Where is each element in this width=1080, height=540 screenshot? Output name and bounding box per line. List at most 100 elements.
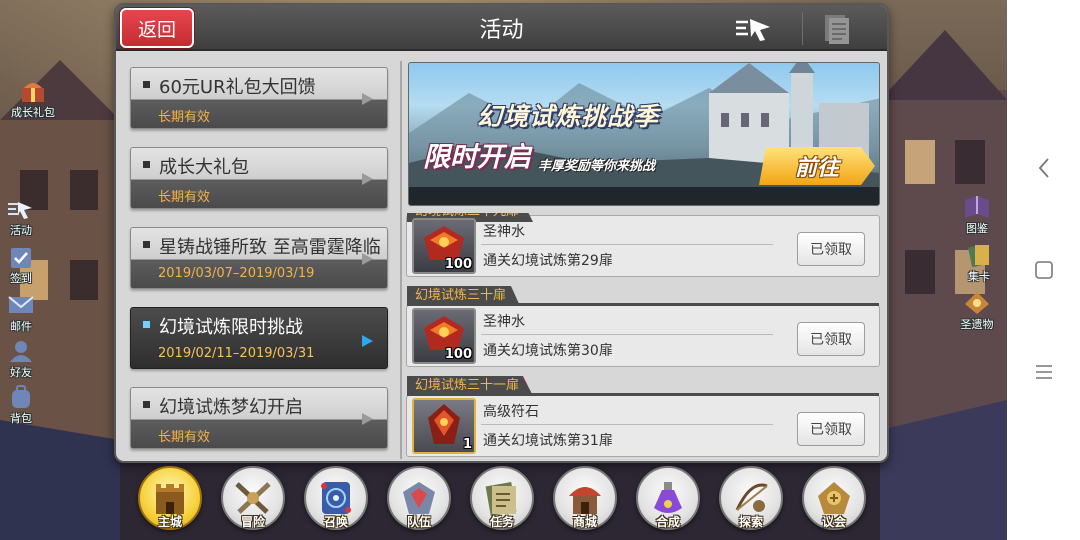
nav-label: 探索 bbox=[738, 515, 763, 529]
nav-crafting[interactable]: 合成 bbox=[636, 466, 700, 536]
bottom-navigation: 主城 冒险 召唤 队伍 任务 商城 合成 探索 议会 bbox=[132, 462, 872, 540]
divider bbox=[481, 244, 773, 245]
activity-icon bbox=[6, 196, 36, 222]
arrow-right-icon bbox=[362, 93, 373, 105]
reward-condition: 通关幻境试炼第31扉 bbox=[483, 433, 613, 449]
cards-icon bbox=[964, 242, 994, 268]
divider bbox=[481, 424, 773, 425]
reward-row-30: 幻境试炼三十扉 100 圣神水 通关幻境试炼第30扉 已领取 bbox=[406, 286, 880, 367]
side-item-activity[interactable]: 活动 bbox=[0, 196, 52, 238]
nav-team[interactable]: 队伍 bbox=[387, 466, 451, 536]
divider bbox=[481, 334, 773, 335]
back-nav-icon[interactable] bbox=[1031, 155, 1057, 181]
tab-title: 星铸战锤所致 至高雷霆降临 bbox=[159, 237, 381, 258]
menu-nav-icon[interactable] bbox=[1031, 359, 1057, 385]
side-label: 圣遗物 bbox=[960, 318, 994, 331]
book-icon bbox=[962, 194, 992, 220]
side-item-backpack[interactable]: 背包 bbox=[0, 384, 52, 426]
activity-tab-ur-pack[interactable]: 60元UR礼包大回馈 长期有效 bbox=[130, 67, 388, 129]
reward-row-29: 幻境试炼二十九扉 100 圣神水 通关幻境试炼第29扉 已领取 bbox=[406, 213, 880, 277]
backpack-icon bbox=[6, 384, 36, 410]
home-nav-icon[interactable] bbox=[1031, 257, 1057, 283]
friends-icon bbox=[6, 338, 36, 364]
reward-quantity: 100 bbox=[444, 347, 472, 362]
tab-subtitle: 2019/03/07–2019/03/19 bbox=[158, 266, 315, 281]
side-item-growth-gift[interactable]: 成长礼包 bbox=[2, 78, 64, 120]
nav-label: 冒险 bbox=[240, 515, 265, 529]
side-item-mail[interactable]: 邮件 bbox=[0, 292, 52, 334]
reward-item-name: 圣神水 bbox=[483, 314, 525, 330]
nav-adventure[interactable]: 冒险 bbox=[221, 466, 285, 536]
go-button[interactable]: 前往 bbox=[759, 147, 875, 185]
side-label: 活动 bbox=[10, 224, 32, 237]
nav-label: 主城 bbox=[157, 515, 182, 529]
header-divider bbox=[802, 12, 803, 45]
relic-icon bbox=[962, 290, 992, 316]
nav-label: 合成 bbox=[655, 515, 680, 529]
activity-tab-illusion-trial-dream[interactable]: 幻境试炼梦幻开启 长期有效 bbox=[130, 387, 388, 449]
tab-subtitle: 2019/02/11–2019/03/31 bbox=[158, 346, 315, 361]
side-item-friends[interactable]: 好友 bbox=[0, 338, 52, 380]
reward-condition: 通关幻境试炼第30扉 bbox=[483, 343, 613, 359]
side-item-checkin[interactable]: 签到 bbox=[0, 244, 52, 286]
banner-title: 幻境试炼挑战季 bbox=[477, 102, 660, 131]
reward-row-31: 幻境试炼三十一扉 1 高级符石 通关幻境试炼第31扉 已领取 bbox=[406, 376, 880, 457]
tab-title: 幻境试炼梦幻开启 bbox=[159, 397, 303, 418]
side-label: 签到 bbox=[10, 272, 32, 285]
dialog-header: 返回 活动 bbox=[116, 5, 887, 51]
nav-main-city[interactable]: 主城 bbox=[138, 466, 202, 536]
tab-title: 60元UR礼包大回馈 bbox=[159, 77, 316, 98]
arrow-right-icon bbox=[362, 173, 373, 185]
activity-tab-illusion-trial-challenge[interactable]: 幻境试炼限时挑战 2019/02/11–2019/03/31 bbox=[130, 307, 388, 369]
nav-shop[interactable]: 商城 bbox=[553, 466, 617, 536]
activity-icon[interactable] bbox=[734, 13, 776, 43]
nav-explore[interactable]: 探索 bbox=[719, 466, 783, 536]
nav-council[interactable]: 议会 bbox=[802, 466, 866, 536]
activity-list: 60元UR礼包大回馈 长期有效 成长大礼包 长期有效 星铸战锤所致 至高雷霆降临… bbox=[130, 67, 388, 457]
claimed-button[interactable]: 已领取 bbox=[797, 322, 865, 356]
reward-stage-label: 幻境试炼三十扉 bbox=[407, 286, 521, 306]
arrow-right-icon bbox=[362, 413, 373, 425]
tab-subtitle: 长期有效 bbox=[158, 430, 211, 445]
side-label: 集卡 bbox=[968, 270, 990, 283]
nav-label: 队伍 bbox=[406, 515, 431, 529]
nav-quests[interactable]: 任务 bbox=[470, 466, 534, 536]
holy-water-icon: 100 bbox=[412, 308, 476, 364]
side-item-relics[interactable]: 圣遗物 bbox=[946, 290, 1007, 332]
side-label: 背包 bbox=[10, 412, 32, 425]
nav-summon[interactable]: 召唤 bbox=[304, 466, 368, 536]
reward-item-name: 圣神水 bbox=[483, 224, 525, 240]
side-item-collection[interactable]: 图鉴 bbox=[946, 194, 1007, 236]
holy-water-icon: 100 bbox=[412, 218, 476, 274]
column-divider bbox=[400, 61, 402, 459]
rune-stone-icon: 1 bbox=[412, 398, 476, 454]
banner-footer-strip bbox=[409, 187, 879, 205]
event-banner[interactable]: 幻境试炼挑战季 限时开启 丰厚奖励等你来挑战 前往 bbox=[408, 62, 880, 206]
arrow-right-icon bbox=[362, 335, 373, 347]
reward-quantity: 1 bbox=[462, 437, 472, 452]
activity-dialog: 返回 活动 60元UR礼包大回馈 长期有效 成长大礼包 长期有效 星铸战锤所致 … bbox=[114, 3, 889, 463]
tab-title: 幻境试炼限时挑战 bbox=[159, 317, 303, 338]
reward-quantity: 100 bbox=[444, 257, 472, 272]
side-label: 邮件 bbox=[10, 320, 32, 333]
side-item-cards[interactable]: 集卡 bbox=[948, 242, 1007, 284]
activity-tab-thunder-hammer[interactable]: 星铸战锤所致 至高雷霆降临 2019/03/07–2019/03/19 bbox=[130, 227, 388, 289]
activity-tab-growth-pack[interactable]: 成长大礼包 长期有效 bbox=[130, 147, 388, 209]
reward-item-name: 高级符石 bbox=[483, 404, 539, 420]
system-navigation-bar bbox=[1007, 0, 1080, 540]
claimed-button[interactable]: 已领取 bbox=[797, 412, 865, 446]
nav-label: 任务 bbox=[489, 515, 514, 529]
nav-label: 商城 bbox=[572, 515, 597, 529]
checkin-icon bbox=[6, 244, 36, 270]
tab-title: 成长大礼包 bbox=[159, 157, 249, 178]
game-scene: 成长礼包 活动 签到 邮件 好友 背包 图鉴 集卡 圣遗物 返回 活动 60元U… bbox=[0, 0, 1007, 540]
gift-icon bbox=[18, 78, 48, 104]
nav-label: 召唤 bbox=[323, 515, 348, 529]
side-label: 成长礼包 bbox=[11, 106, 55, 119]
tab-subtitle: 长期有效 bbox=[158, 190, 211, 205]
reward-list[interactable]: 幻境试炼二十九扉 100 圣神水 通关幻境试炼第29扉 已领取 幻境试炼三十扉 … bbox=[406, 213, 882, 459]
arrow-right-icon bbox=[362, 253, 373, 265]
banner-headline: 限时开启 bbox=[423, 142, 531, 173]
document-icon[interactable] bbox=[822, 13, 852, 45]
claimed-button[interactable]: 已领取 bbox=[797, 232, 865, 266]
